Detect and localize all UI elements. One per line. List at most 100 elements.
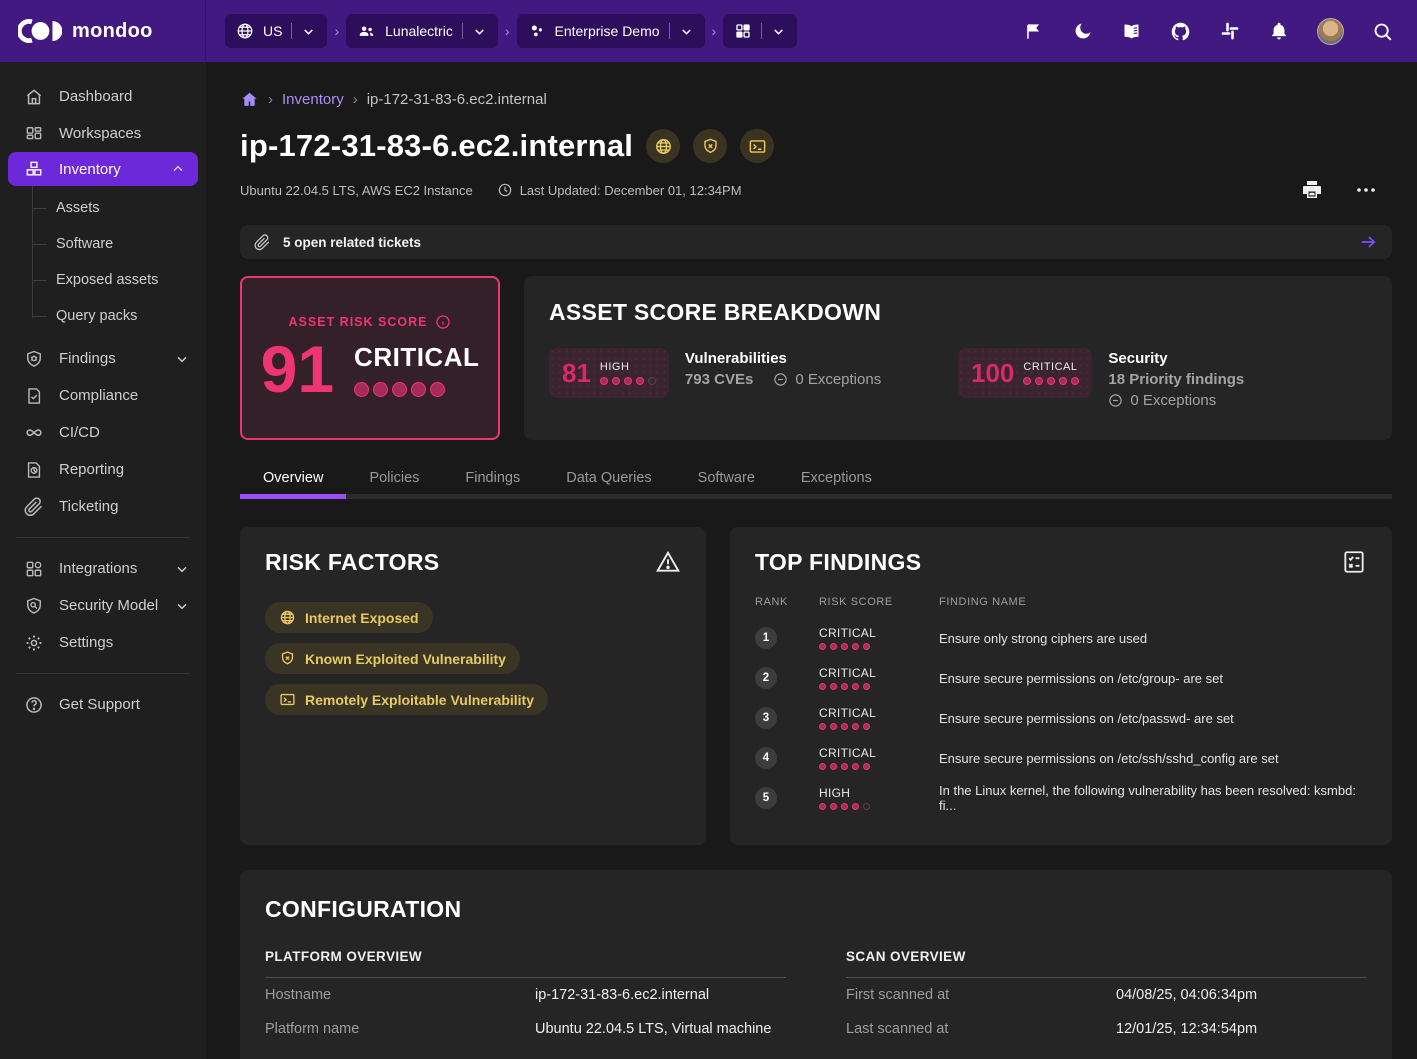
github-icon[interactable]: [1170, 21, 1191, 42]
mondoo-logo[interactable]: mondoo: [0, 0, 206, 62]
risk-factor-known-exploited[interactable]: Known Exploited Vulnerability: [265, 643, 520, 674]
finding-row[interactable]: 2 CRITICAL Ensure secure permissions on …: [755, 658, 1367, 698]
search-icon[interactable]: [1372, 21, 1393, 42]
minus-circle-icon: [1108, 393, 1123, 408]
security-score-badge: 100 CRITICAL: [958, 348, 1092, 398]
sidebar-item-exposed-assets[interactable]: Exposed assets: [32, 262, 206, 298]
sidebar-item-cicd[interactable]: CI/CD: [0, 414, 206, 451]
tab-findings[interactable]: Findings: [442, 461, 543, 499]
finding-row[interactable]: 5 HIGH In the Linux kernel, the followin…: [755, 778, 1367, 818]
col-header-rank: RANK: [755, 596, 819, 608]
mondoo-app: mondoo US › Lunalectric ›: [0, 0, 1417, 1059]
divider: [462, 23, 463, 39]
related-tickets-banner[interactable]: 5 open related tickets: [240, 225, 1392, 259]
sidebar-item-query-packs[interactable]: Query packs: [32, 298, 206, 334]
breadcrumb: › Inventory › ip-172-31-83-6.ec2.interna…: [240, 90, 1392, 109]
risk-factors-title: RISK FACTORS: [265, 549, 439, 576]
sidebar: Dashboard Workspaces Inventory Assets So…: [0, 62, 206, 1059]
report-document-icon: [24, 460, 44, 480]
sidebar-item-get-support[interactable]: Get Support: [0, 686, 206, 723]
notifications-bell-icon[interactable]: [1268, 21, 1289, 42]
sidebar-item-assets[interactable]: Assets: [32, 190, 206, 226]
home-icon[interactable]: [240, 90, 259, 109]
sidebar-item-compliance[interactable]: Compliance: [0, 377, 206, 414]
sidebar-item-findings[interactable]: Findings: [0, 340, 206, 377]
breadcrumb-separator: ›: [334, 23, 339, 39]
rank-badge: 5: [755, 787, 777, 809]
chevron-down-icon: [472, 24, 487, 39]
docs-book-icon[interactable]: [1121, 21, 1142, 42]
clock-icon: [497, 182, 513, 198]
asset-title-row: ip-172-31-83-6.ec2.internal: [240, 128, 1392, 164]
config-row: First scanned at 04/08/25, 04:06:34pm: [846, 978, 1367, 1012]
region-selector[interactable]: US: [225, 14, 327, 48]
globe-icon: [236, 22, 254, 40]
known-exploited-shield-icon[interactable]: [693, 129, 727, 163]
top-findings-card: TOP FINDINGS RANK RISK SCORE FINDING NAM…: [730, 527, 1392, 845]
asset-score-breakdown-card: ASSET SCORE BREAKDOWN 81 HIGH Vulnerabil…: [524, 276, 1392, 440]
sidebar-item-inventory[interactable]: Inventory: [8, 152, 198, 186]
space-selector[interactable]: Enterprise Demo: [517, 14, 705, 48]
config-row: Platform name Ubuntu 22.04.5 LTS, Virtua…: [265, 1012, 786, 1046]
page-title: ip-172-31-83-6.ec2.internal: [240, 128, 633, 164]
vulnerability-score-badge: 81 HIGH: [549, 348, 669, 398]
sidebar-divider: [16, 537, 190, 538]
breadcrumb-separator: ›: [712, 23, 717, 39]
remote-exploitable-terminal-icon[interactable]: [740, 129, 774, 163]
sidebar-item-ticketing[interactable]: Ticketing: [0, 488, 206, 525]
asset-tabs: Overview Policies Findings Data Queries …: [240, 461, 1392, 499]
rank-badge: 2: [755, 667, 777, 689]
sidebar-item-reporting[interactable]: Reporting: [0, 451, 206, 488]
sidebar-item-security-model[interactable]: Security Model: [0, 587, 206, 624]
sidebar-item-workspaces[interactable]: Workspaces: [0, 115, 206, 152]
gear-icon: [24, 633, 44, 653]
paperclip-icon: [24, 497, 44, 517]
sidebar-item-dashboard[interactable]: Dashboard: [0, 78, 206, 115]
dark-mode-moon-icon[interactable]: [1072, 21, 1093, 42]
platform-summary: Ubuntu 22.04.5 LTS, AWS EC2 Instance: [240, 183, 473, 198]
print-icon[interactable]: [1300, 178, 1324, 202]
chevron-down-icon: [301, 24, 316, 39]
tab-policies[interactable]: Policies: [346, 461, 442, 499]
finding-row[interactable]: 4 CRITICAL Ensure secure permissions on …: [755, 738, 1367, 778]
user-avatar[interactable]: [1317, 18, 1344, 45]
arrow-right-icon[interactable]: [1358, 232, 1378, 252]
tab-data-queries[interactable]: Data Queries: [543, 461, 674, 499]
finding-row[interactable]: 1 CRITICAL Ensure only strong ciphers ar…: [755, 618, 1367, 658]
info-icon[interactable]: [435, 314, 451, 330]
chevron-up-icon: [170, 161, 186, 177]
risk-factor-remotely-exploitable[interactable]: Remotely Exploitable Vulnerability: [265, 684, 548, 715]
tab-exceptions[interactable]: Exceptions: [778, 461, 895, 499]
sidebar-item-integrations[interactable]: Integrations: [0, 550, 206, 587]
terminal-icon: [279, 691, 296, 708]
flag-icon[interactable]: [1023, 21, 1044, 42]
divider: [291, 23, 292, 39]
breadcrumb-link-inventory[interactable]: Inventory: [282, 91, 344, 108]
workspace-selector[interactable]: [723, 14, 797, 48]
priority-findings-count: 18 Priority findings: [1108, 371, 1244, 388]
top-findings-title: TOP FINDINGS: [755, 549, 921, 576]
home-icon: [24, 87, 44, 107]
finding-row[interactable]: 3 CRITICAL Ensure secure permissions on …: [755, 698, 1367, 738]
col-header-risk-score: RISK SCORE: [819, 596, 939, 608]
configuration-title: CONFIGURATION: [265, 896, 1367, 923]
checklist-icon[interactable]: [1341, 549, 1367, 575]
mondoo-logo-icon: [18, 18, 62, 44]
top-findings-table: RANK RISK SCORE FINDING NAME 1 CRITICAL …: [755, 590, 1367, 818]
slack-icon[interactable]: [1219, 21, 1240, 42]
more-options-icon[interactable]: [1354, 178, 1378, 202]
last-updated: Last Updated: December 01, 12:34PM: [497, 182, 742, 198]
platform-overview-title: PLATFORM OVERVIEW: [265, 949, 786, 964]
internet-exposed-globe-icon[interactable]: [646, 129, 680, 163]
tab-software[interactable]: Software: [675, 461, 778, 499]
rank-badge: 3: [755, 707, 777, 729]
sidebar-item-software[interactable]: Software: [32, 226, 206, 262]
space-label: Enterprise Demo: [555, 23, 660, 39]
breadcrumb-current: ip-172-31-83-6.ec2.internal: [367, 91, 547, 108]
warning-triangle-icon[interactable]: [655, 549, 681, 575]
organization-selector[interactable]: Lunalectric: [346, 14, 498, 48]
risk-severity-label: CRITICAL: [354, 342, 479, 373]
sidebar-item-settings[interactable]: Settings: [0, 624, 206, 661]
tab-overview[interactable]: Overview: [240, 461, 346, 499]
risk-factor-internet-exposed[interactable]: Internet Exposed: [265, 602, 433, 633]
